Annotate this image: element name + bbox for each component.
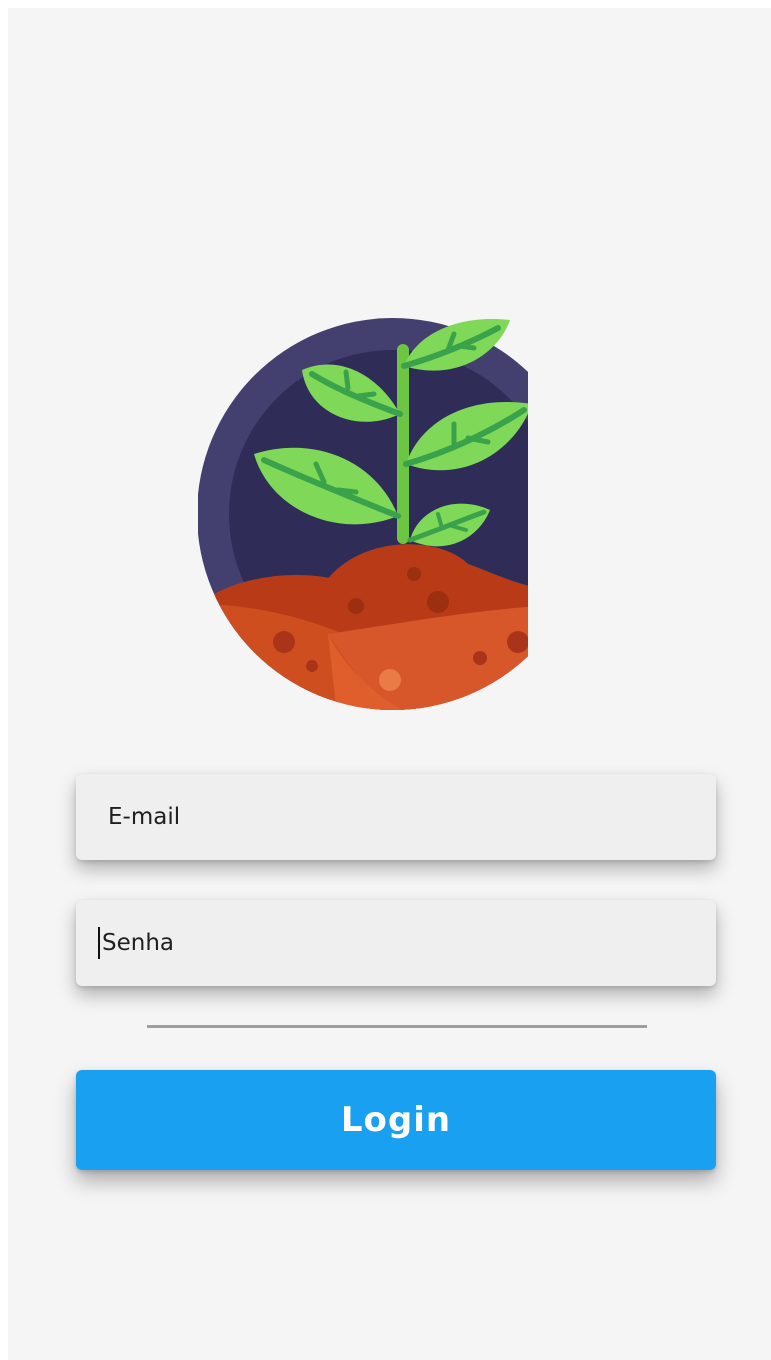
divider — [147, 1025, 647, 1028]
login-button[interactable]: Login — [76, 1070, 716, 1170]
email-placeholder: E-mail — [108, 804, 181, 830]
email-field[interactable]: E-mail — [76, 774, 716, 860]
text-caret — [98, 927, 100, 959]
password-placeholder: Senha — [102, 930, 174, 956]
plant-sprout-logo-icon — [198, 304, 528, 724]
password-field[interactable]: Senha — [76, 900, 716, 986]
login-screen: E-mail Senha Login — [8, 8, 771, 1360]
